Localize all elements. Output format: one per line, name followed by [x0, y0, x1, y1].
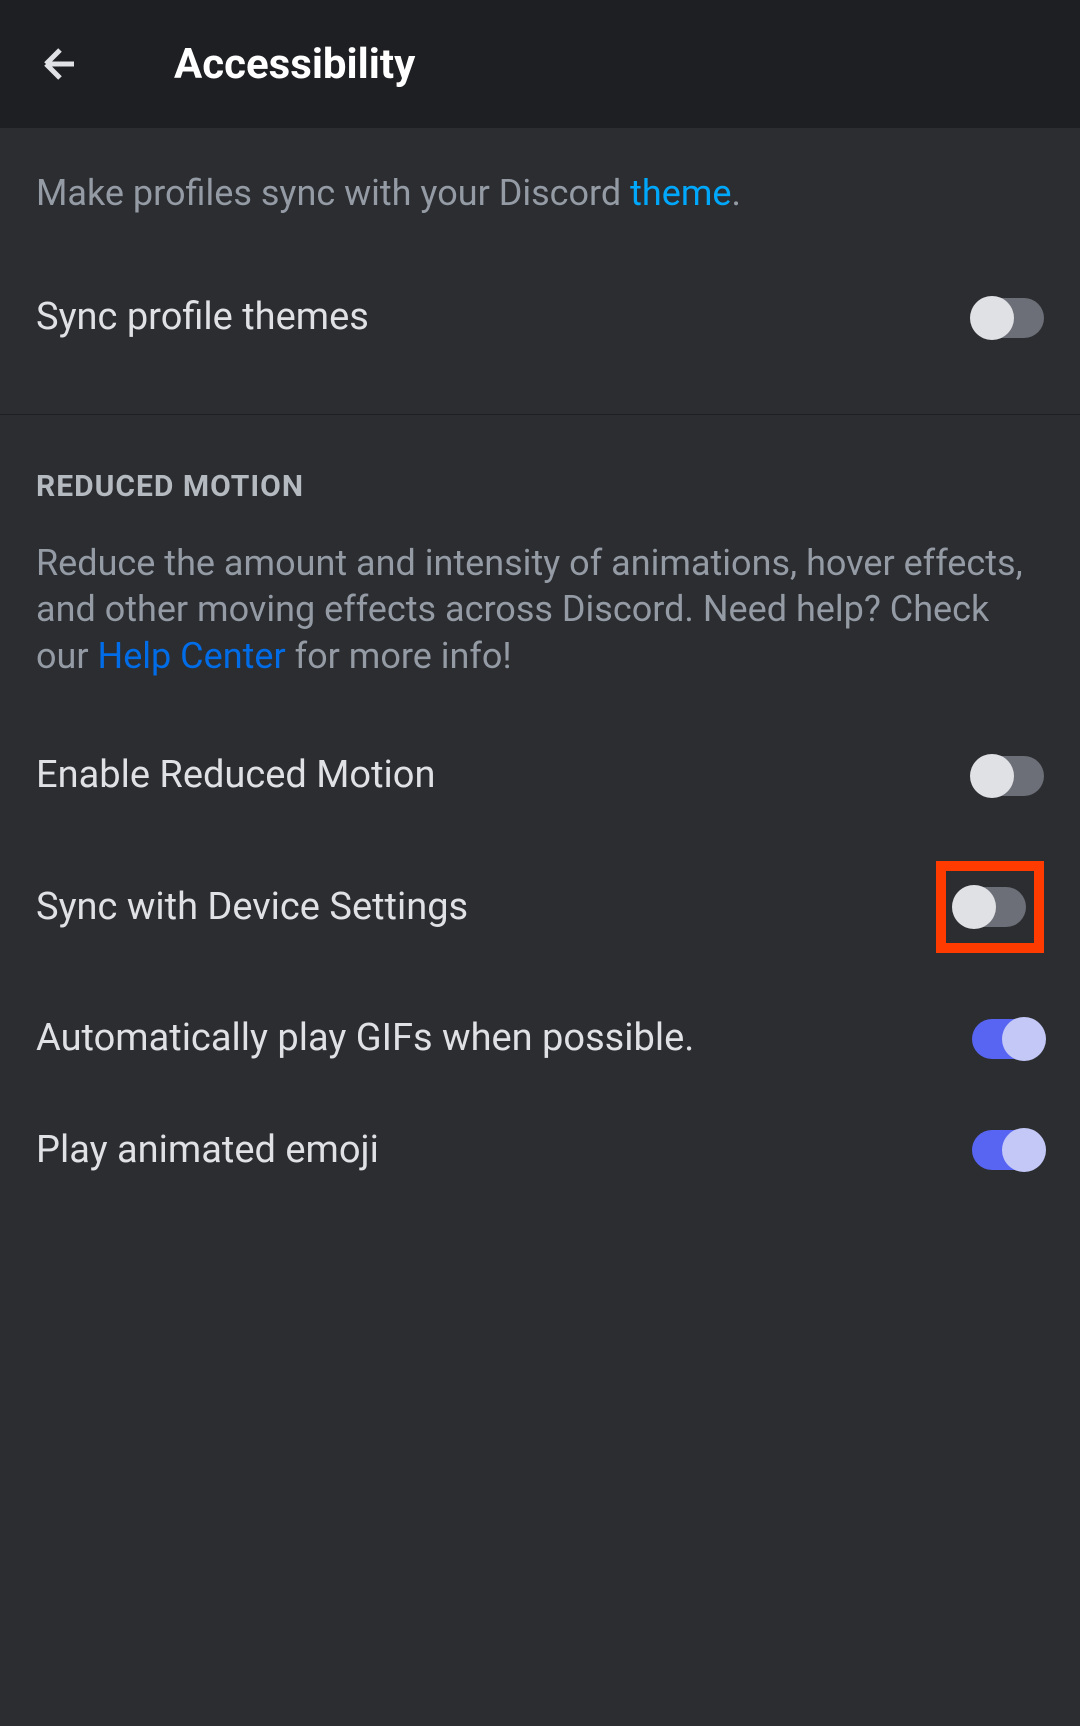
toggle-knob — [970, 296, 1014, 340]
toggle-knob — [1002, 1128, 1046, 1172]
sync-profile-themes-label: Sync profile themes — [36, 292, 369, 343]
sync-with-device-label: Sync with Device Settings — [36, 882, 468, 933]
enable-reduced-motion-toggle[interactable] — [972, 756, 1044, 796]
desc-suffix: . — [732, 172, 742, 214]
toggle-knob — [952, 885, 996, 929]
sync-with-device-toggle[interactable] — [954, 887, 1026, 927]
desc-text-2: for more info! — [286, 635, 512, 677]
reduced-motion-section: REDUCED MOTION Reduce the amount and int… — [0, 415, 1080, 1216]
sync-profile-themes-toggle[interactable] — [972, 298, 1044, 338]
back-button[interactable] — [36, 40, 84, 88]
auto-play-gifs-row[interactable]: Automatically play GIFs when possible. — [36, 983, 1044, 1094]
profile-sync-description: Make profiles sync with your Discord the… — [36, 168, 1044, 218]
toggle-knob — [970, 754, 1014, 798]
reduced-motion-header: REDUCED MOTION — [36, 469, 1044, 504]
profile-sync-section: Make profiles sync with your Discord the… — [0, 128, 1080, 415]
play-animated-emoji-row[interactable]: Play animated emoji — [36, 1095, 1044, 1206]
arrow-left-icon — [36, 40, 84, 88]
toggle-knob — [1002, 1017, 1046, 1061]
auto-play-gifs-label: Automatically play GIFs when possible. — [36, 1013, 694, 1064]
sync-with-device-row[interactable]: Sync with Device Settings — [36, 831, 1044, 983]
enable-reduced-motion-label: Enable Reduced Motion — [36, 750, 435, 801]
sync-profile-themes-row[interactable]: Sync profile themes — [36, 262, 1044, 373]
header-bar: Accessibility — [0, 0, 1080, 128]
auto-play-gifs-toggle[interactable] — [972, 1019, 1044, 1059]
reduced-motion-description: Reduce the amount and intensity of anima… — [36, 540, 1044, 680]
page-title: Accessibility — [174, 40, 415, 89]
theme-link[interactable]: theme — [630, 172, 731, 214]
highlight-annotation — [936, 861, 1044, 953]
play-animated-emoji-label: Play animated emoji — [36, 1125, 379, 1176]
desc-text: Make profiles sync with your Discord — [36, 172, 630, 214]
play-animated-emoji-toggle[interactable] — [972, 1130, 1044, 1170]
enable-reduced-motion-row[interactable]: Enable Reduced Motion — [36, 720, 1044, 831]
help-center-link[interactable]: Help Center — [98, 635, 286, 677]
